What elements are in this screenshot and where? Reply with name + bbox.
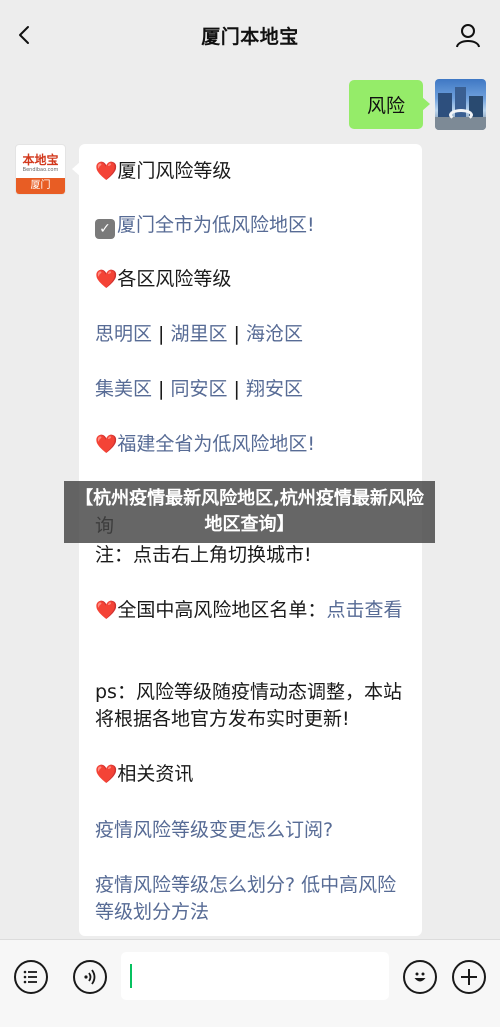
plus-icon [461,969,477,985]
text-caret [130,964,132,988]
avatar-logo-text: 本地宝 [22,153,59,167]
avatar-city-label: 厦门 [16,178,65,194]
heart-icon: ❤️ [95,161,118,182]
list-item: 注：点击右上角切换城市! [95,544,312,566]
voice-button[interactable] [73,960,107,994]
heart-icon: ❤️ [95,600,118,621]
link-xiangan[interactable]: 翔安区 [246,378,303,400]
link-view-list[interactable]: 点击查看 [326,599,402,621]
my-message-bubble[interactable]: 风险 [349,80,430,129]
link-jimei[interactable]: 集美区 [95,378,152,400]
input-bar [0,939,500,1027]
list-item[interactable]: ❤️福建全省为低风险地区! [95,431,415,458]
link-siming[interactable]: 思明区 [95,323,152,345]
related-link[interactable]: 疫情风险等级变更怎么订阅? [95,817,415,844]
heart-icon: ❤️ [95,764,118,785]
menu-icon [23,970,37,984]
list-item: ❤️相关资讯 [95,763,194,785]
chat-header: 厦门本地宝 [0,0,500,70]
checkbox-icon: ✓ [95,219,115,239]
heart-icon: ❤️ [95,269,118,290]
list-item: ❤️各区风险等级 [95,268,232,290]
title-overlay: 【杭州疫情最新风险地区,杭州疫情最新风险地区查询】 [64,481,435,543]
list-item: ps：风险等级随疫情动态调整，本站将根据各地官方发布实时更新! [95,681,402,730]
heart-icon: ❤️ [95,434,118,455]
message-input[interactable] [121,952,389,1000]
link-tongan[interactable]: 同安区 [171,378,228,400]
chat-title: 厦门本地宝 [201,25,299,48]
emoji-button[interactable] [403,960,437,994]
voice-icon [84,969,96,985]
related-link[interactable]: 疫情风险等级怎么划分? 低中高风险等级划分方法 [95,872,415,926]
profile-button[interactable] [450,17,486,53]
link-huli[interactable]: 湖里区 [171,323,228,345]
link-haicang[interactable]: 海沧区 [246,323,303,345]
avatar-sub-text: Bendibao.com [22,167,59,173]
list-item: ❤️厦门风险等级 [95,160,232,182]
district-links-row: 思明区 | 湖里区 | 海沧区 [95,323,304,345]
my-avatar[interactable] [435,79,486,130]
district-links-row: 集美区 | 同安区 | 翔安区 [95,378,304,400]
emoji-icon [414,972,426,982]
back-button[interactable] [8,18,42,52]
list-item: ❤️全国中高风险地区名单：点击查看 [95,599,403,621]
chevron-left-icon [19,26,29,44]
list-item: ✓ 厦门全市为低风险地区! [95,212,415,239]
person-icon [456,24,480,48]
plus-button[interactable] [452,960,486,994]
bot-avatar[interactable]: 本地宝 Bendibao.com 厦门 [15,144,66,195]
my-message-text: 风险 [366,95,405,117]
menu-button[interactable] [14,960,48,994]
